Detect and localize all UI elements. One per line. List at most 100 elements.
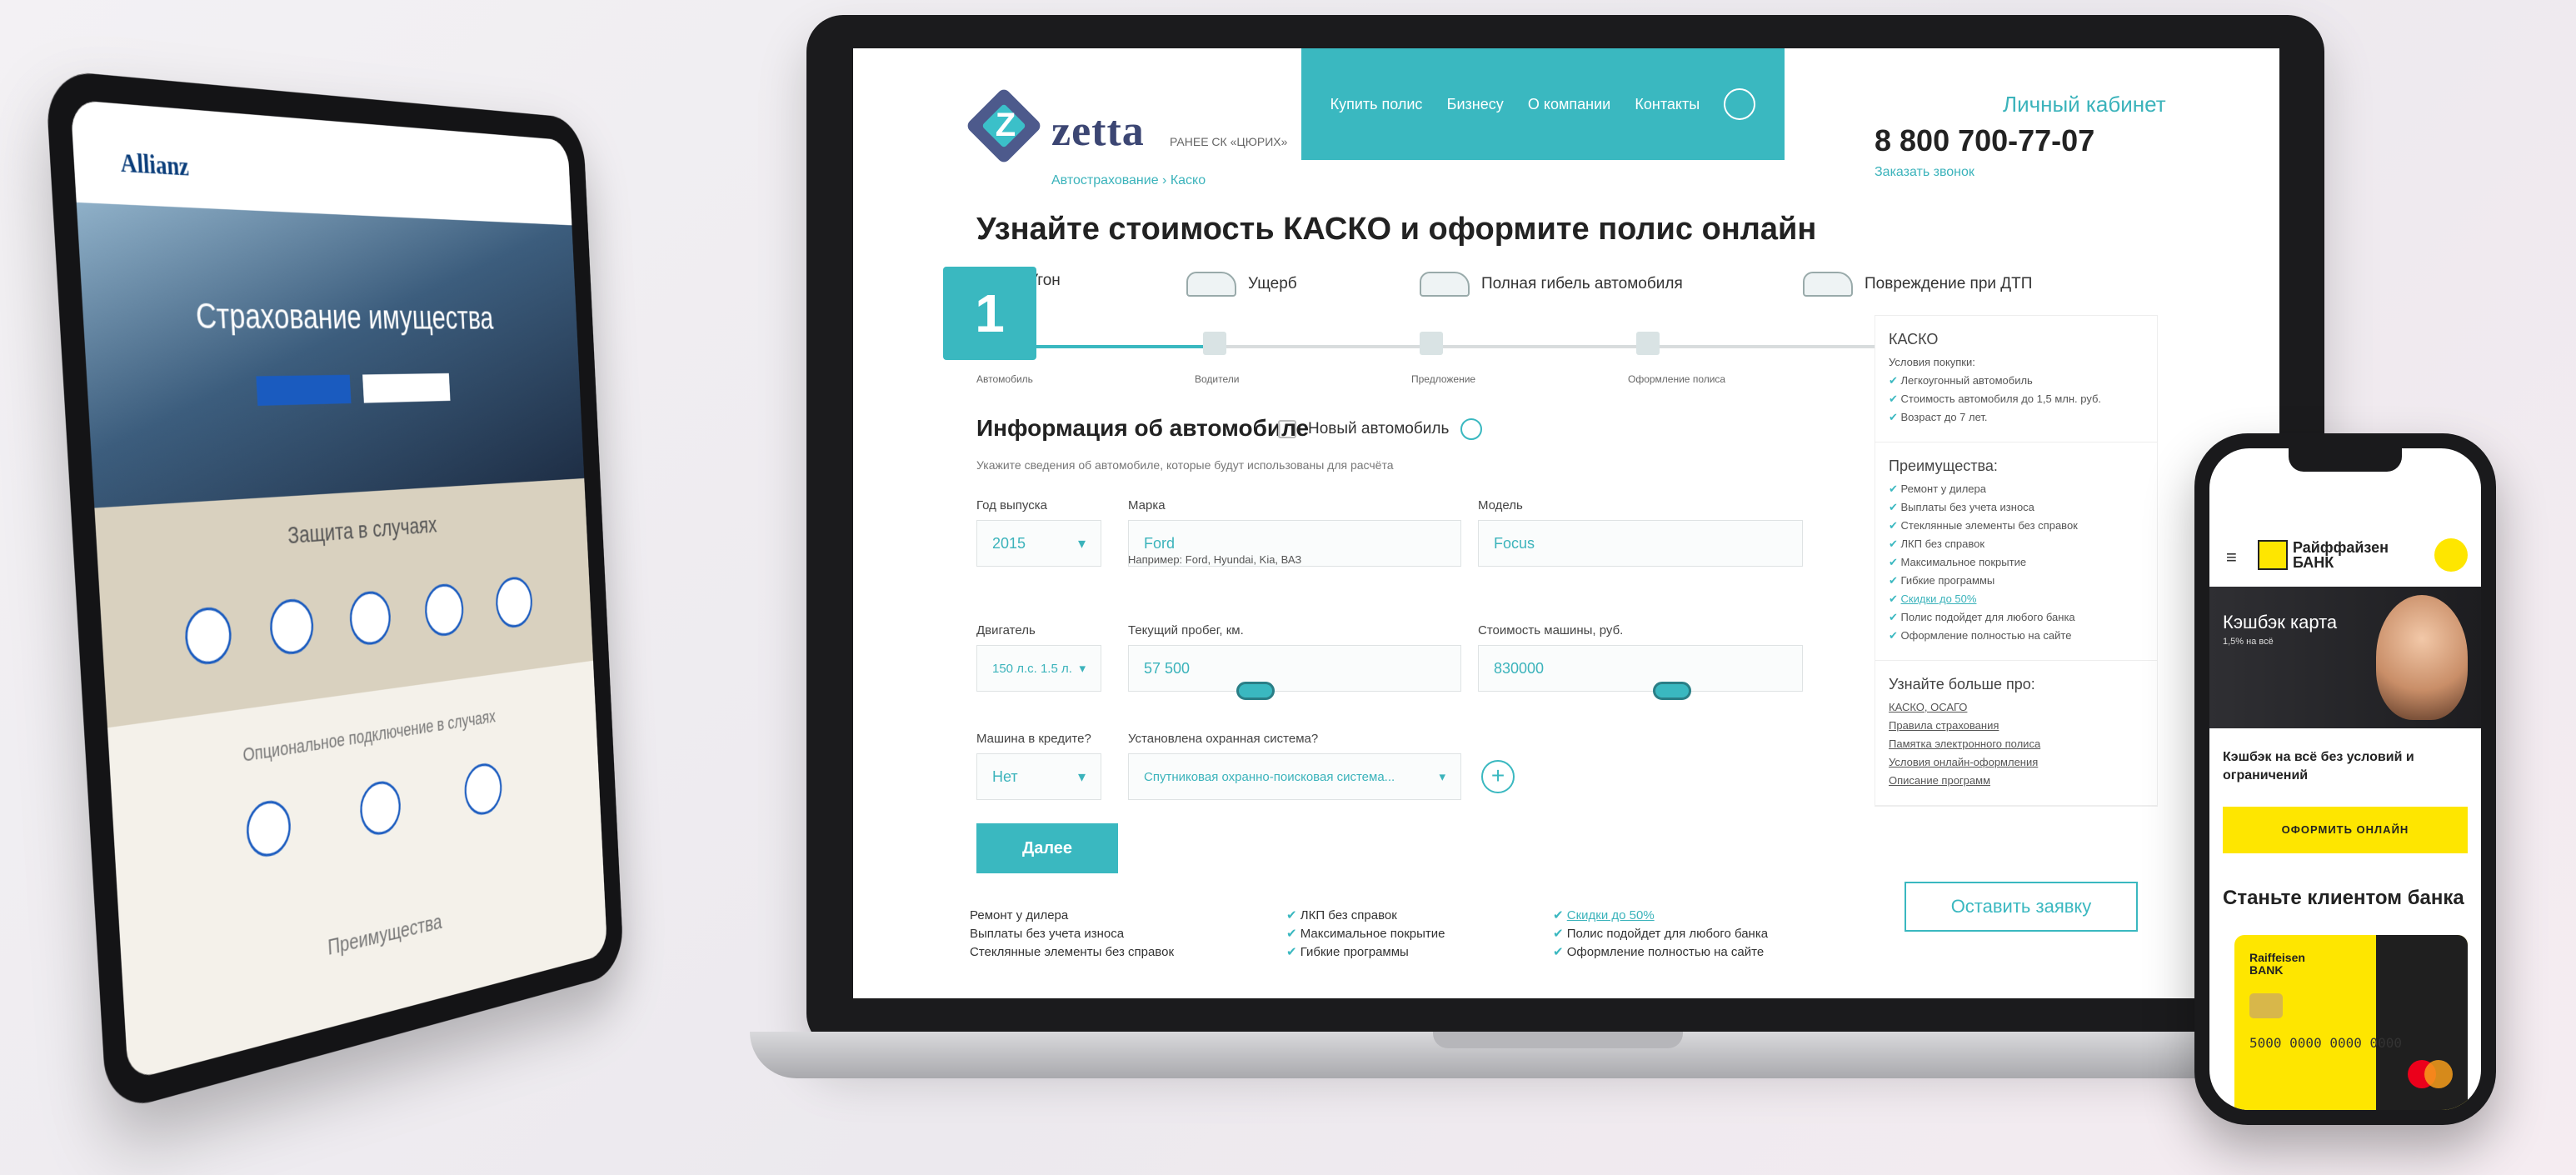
benefit-item: ✔ Скидки до 50% (1553, 907, 1768, 925)
credit-value: Нет (992, 768, 1018, 785)
chevron-down-icon: ▾ (1079, 662, 1086, 676)
price-value: 830000 (1494, 659, 1545, 677)
price-slider-handle[interactable] (1653, 682, 1691, 700)
bank-name[interactable]: Райффайзен БАНК (2293, 540, 2418, 570)
step-label-drivers[interactable]: Водители (1195, 373, 1239, 385)
become-client-title: Станьте клиентом банка (2223, 887, 2464, 909)
benefit-item: Выплаты без учета износа (970, 927, 1125, 941)
advantage-item: ✔ Оформление полностью на сайте (1889, 629, 2072, 642)
step-label-offer[interactable]: Предложение (1411, 373, 1475, 385)
mileage-slider-handle[interactable] (1236, 682, 1275, 700)
phone-number[interactable]: 8 800 700-77-07 (1875, 123, 2094, 158)
brand-name[interactable]: zetta (1051, 107, 1145, 156)
check-icon: ✔ (1286, 908, 1300, 922)
personal-cabinet-link[interactable]: Личный кабинет (2003, 92, 2166, 118)
banner-subtitle: 1,5% на всё (2223, 637, 2274, 647)
learn-more-link[interactable]: Правила страхования (1889, 717, 2144, 735)
allianz-website: Allianz Страхование имущества Защита в с… (70, 99, 608, 1081)
option-icon-2[interactable] (358, 778, 402, 838)
price-input[interactable]: 830000 (1478, 645, 1803, 692)
zetta-logo-letter: Z (995, 107, 1016, 143)
category-accident[interactable]: Повреждение при ДТП (1803, 272, 2032, 297)
credit-select[interactable]: Нет ▾ (976, 753, 1101, 800)
info-icon[interactable] (1460, 418, 1483, 440)
option-icon-3[interactable] (463, 760, 503, 818)
advantages-box: Преимущества: ✔ Ремонт у дилера ✔ Выплат… (1875, 442, 2157, 661)
alarm-select[interactable]: Спутниковая охранно-поисковая система...… (1128, 753, 1461, 800)
category-label: Повреждение при ДТП (1865, 275, 2033, 292)
learn-more-link[interactable]: Памятка электронного полиса (1889, 735, 2144, 753)
advantage-item: ✔ Гибкие программы (1889, 574, 1995, 587)
new-car-checkbox[interactable]: Новый автомобиль (1278, 418, 1483, 440)
benefits-col-3: ✔ Скидки до 50% ✔ Полис подойдет для люб… (1553, 907, 1768, 962)
apply-button[interactable]: Оставить заявку (1905, 882, 2138, 932)
learn-more-link[interactable]: Описание программ (1889, 772, 2144, 790)
kasko-subtitle: Условия покупки: (1889, 356, 1975, 368)
search-icon[interactable] (1724, 88, 1756, 120)
category-damage[interactable]: Ущерб (1186, 272, 1297, 297)
advantage-item: ✔ Максимальное покрытие (1889, 556, 2027, 568)
model-input[interactable]: Focus (1478, 520, 1803, 567)
nav-about[interactable]: О компании (1528, 96, 1610, 113)
apply-online-button[interactable]: ОФОРМИТЬ ОНЛАЙН (2223, 807, 2468, 853)
advantage-item: ✔ Ремонт у дилера (1889, 482, 1986, 495)
card-chip-icon (2249, 993, 2283, 1018)
benefit-item: ✔ Гибкие программы (1286, 943, 1445, 962)
callback-link[interactable]: Заказать звонок (1875, 165, 1974, 180)
next-button[interactable]: Далее (976, 823, 1118, 873)
learn-more-link[interactable]: Условия онлайн-оформления (1889, 753, 2144, 772)
benefit-item: ✔ Полис подойдет для любого банка (1553, 925, 1768, 943)
add-alarm-button[interactable]: + (1481, 760, 1515, 793)
nav-buy-policy[interactable]: Купить полис (1330, 96, 1423, 113)
credit-label: Машина в кредите? (976, 732, 1091, 746)
phone-notch (2289, 448, 2402, 472)
step-drivers-icon (1203, 332, 1226, 355)
year-select[interactable]: 2015 ▾ (976, 520, 1101, 567)
kasko-title: КАСКО (1889, 331, 1939, 348)
advantage-item[interactable]: ✔ Скидки до 50% (1889, 590, 2144, 608)
allianz-logo[interactable]: Allianz (120, 148, 190, 182)
option-icon-1[interactable] (245, 797, 292, 861)
advantage-item: ✔ Стеклянные элементы без справок (1889, 519, 2078, 532)
laptop-notch (1433, 1032, 1683, 1048)
step-offer-icon (1420, 332, 1443, 355)
discount-link[interactable]: Скидки до 50% (1567, 908, 1655, 922)
advantage-item: ✔ Выплаты без учета износа (1889, 501, 2034, 513)
benefit-item: ✔ Максимальное покрытие (1286, 925, 1445, 943)
engine-select[interactable]: 150 л.с. 1.5 л. ▾ (976, 645, 1101, 692)
check-icon: ✔ (1286, 945, 1300, 959)
cashback-description: Кэшбэк на всё без условий и ограничений (2223, 750, 2414, 782)
step-label-car[interactable]: Автомобиль (976, 373, 1033, 385)
mileage-input[interactable]: 57 500 (1128, 645, 1461, 692)
menu-icon[interactable]: ≡ (2226, 547, 2237, 568)
bank-card-image: Raiffeisen BANK 5000 0000 0000 0000 (2234, 935, 2468, 1110)
form-hint: Укажите сведения об автомобиле, которые … (976, 458, 1394, 472)
nav-contacts[interactable]: Контакты (1635, 96, 1700, 113)
hero-primary-button[interactable] (256, 374, 352, 406)
banner-title: Кэшбэк карта (2223, 612, 2338, 632)
benefit-item: ✔ Оформление полностью на сайте (1553, 943, 1768, 962)
top-navigation: Купить полис Бизнесу О компании Контакты (1301, 48, 1785, 160)
step-policy-icon (1636, 332, 1660, 355)
section-title: Информация об автомобиле (976, 415, 1310, 441)
model-value: Focus (1494, 534, 1535, 552)
chat-icon[interactable] (2434, 538, 2468, 572)
category-total-loss[interactable]: Полная гибель автомобиля (1420, 272, 1683, 297)
hero-banner (76, 202, 585, 508)
learn-more-link[interactable]: КАСКО, ОСАГО (1889, 698, 2144, 717)
check-icon: ✔ (1553, 927, 1567, 941)
checkbox-icon[interactable] (1278, 420, 1296, 438)
step-label-policy[interactable]: Оформление полиса (1628, 373, 1725, 385)
hero-secondary-button[interactable] (362, 372, 451, 403)
raiffeisen-logo-icon[interactable] (2258, 540, 2288, 570)
benefits-col-2: ✔ ЛКП без справок ✔ Максимальное покрыти… (1286, 907, 1445, 962)
nav-business[interactable]: Бизнесу (1447, 96, 1504, 113)
benefit-text: Гибкие программы (1300, 945, 1409, 959)
benefit-text: ЛКП без справок (1300, 908, 1397, 922)
condition-item: ✔ Стоимость автомобиля до 1,5 млн. руб. (1889, 392, 2102, 405)
breadcrumb[interactable]: Автострахование › Каско (1051, 173, 1206, 188)
check-icon: ✔ (1553, 945, 1567, 959)
hero-title: Страхование имущества (194, 297, 495, 337)
advantage-item: ✔ Полис подойдет для любого банка (1889, 611, 2075, 623)
benefit-text: Полис подойдет для любого банка (1566, 927, 1769, 941)
